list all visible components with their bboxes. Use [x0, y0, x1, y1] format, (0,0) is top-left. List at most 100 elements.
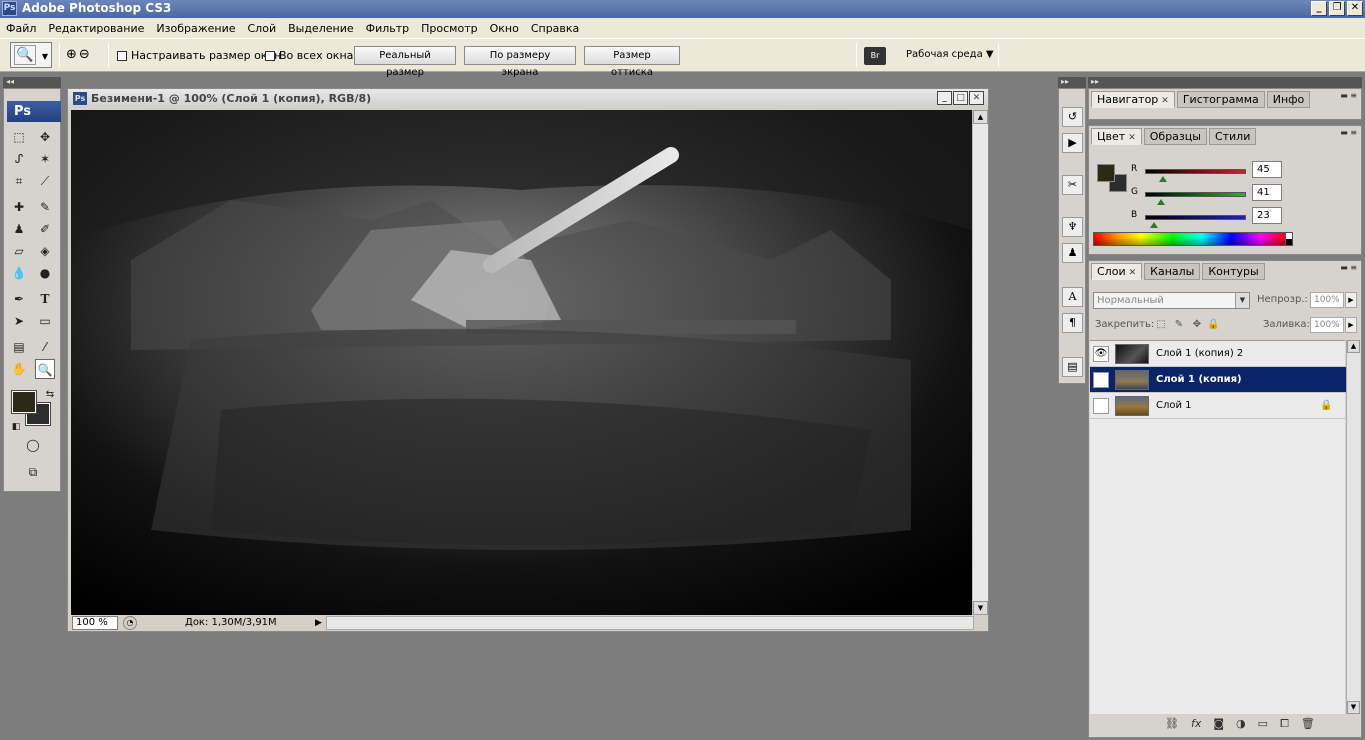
tab-histogram[interactable]: Гистограмма — [1176, 91, 1265, 108]
layers-scrollbar[interactable]: ▲ ▼ — [1346, 340, 1360, 714]
visibility-toggle[interactable] — [1093, 398, 1109, 414]
slice-tool-icon[interactable]: ⟋ — [35, 171, 55, 191]
resize-windows-checkbox[interactable]: Настраивать размер окон — [117, 49, 281, 62]
dodge-tool-icon[interactable]: ● — [35, 263, 55, 283]
dock-header[interactable]: ▸▸ — [1058, 77, 1086, 88]
blue-value-field[interactable]: 23 — [1252, 207, 1282, 224]
adjustment-layer-icon[interactable]: ◑ — [1236, 717, 1246, 731]
scroll-up-icon[interactable]: ▲ — [973, 110, 988, 124]
lock-position-icon[interactable]: ✥ — [1191, 319, 1203, 331]
move-tool-icon[interactable]: ✥ — [35, 127, 55, 147]
character-icon[interactable]: A — [1062, 287, 1083, 307]
menu-view[interactable]: Просмотр — [415, 22, 483, 35]
marquee-tool-icon[interactable]: ⬚ — [9, 127, 29, 147]
red-slider-thumb[interactable] — [1158, 176, 1167, 182]
doc-maximize-button[interactable]: □ — [953, 91, 968, 105]
layer-comps-icon[interactable]: ▤ — [1062, 357, 1083, 377]
foreground-color-swatch[interactable] — [11, 390, 37, 414]
layer-row[interactable]: 👁 Слой 1 (копия) 2 — [1090, 341, 1347, 367]
green-slider-thumb[interactable] — [1157, 199, 1166, 205]
close-icon[interactable]: ✕ — [1161, 96, 1169, 106]
vertical-scrollbar[interactable]: ▲ ▼ — [972, 110, 988, 615]
restore-button[interactable]: ❐ — [1329, 1, 1345, 16]
menu-filter[interactable]: Фильтр — [360, 22, 416, 35]
paragraph-icon[interactable]: ¶ — [1062, 313, 1083, 333]
layer-style-icon[interactable]: fx — [1191, 717, 1201, 731]
screen-mode-icon[interactable]: ⧉ — [23, 462, 43, 482]
close-button[interactable]: ✕ — [1347, 1, 1363, 16]
color-spectrum-bar[interactable] — [1093, 232, 1291, 246]
all-windows-checkbox[interactable]: Во всех окнах — [265, 49, 360, 62]
opacity-slider-arrow-icon[interactable]: ▶ — [1345, 292, 1357, 308]
layer-mask-icon[interactable]: ◙ — [1213, 717, 1224, 731]
toolbox-header[interactable]: ◂◂ — [3, 77, 61, 88]
doc-close-button[interactable]: ✕ — [969, 91, 984, 105]
history-icon[interactable]: ↺ — [1062, 107, 1083, 127]
horizontal-scrollbar[interactable] — [326, 616, 974, 630]
red-value-field[interactable]: 45 — [1252, 161, 1282, 178]
crop-tool-icon[interactable]: ⌗ — [9, 171, 29, 191]
menu-edit[interactable]: Редактирование — [42, 22, 150, 35]
menu-window[interactable]: Окно — [484, 22, 525, 35]
status-menu-arrow-icon[interactable]: ▶ — [315, 616, 325, 630]
tool-presets-icon[interactable]: ✂ — [1062, 175, 1083, 195]
trash-icon[interactable]: 🗑 — [1301, 717, 1315, 731]
tool-preset-picker[interactable]: 🔍 ▼ — [10, 42, 52, 68]
lock-transparency-icon[interactable]: ⬚ — [1155, 319, 1167, 331]
quick-mask-icon[interactable]: ◯ — [23, 435, 43, 455]
menu-image[interactable]: Изображение — [150, 22, 241, 35]
hand-tool-icon[interactable]: ✋ — [9, 359, 29, 379]
zoom-in-icon[interactable]: ⊕ — [66, 47, 77, 62]
actions-icon[interactable]: ▶ — [1062, 133, 1083, 153]
menu-file[interactable]: Файл — [0, 22, 42, 35]
layer-row[interactable]: Слой 1 🔒 — [1090, 393, 1347, 419]
fit-screen-button[interactable]: По размеру экрана — [464, 46, 576, 78]
minimize-button[interactable]: _ — [1311, 1, 1327, 16]
path-selection-tool-icon[interactable]: ➤ — [9, 311, 29, 331]
brush-tool-icon[interactable]: ✎ — [35, 197, 55, 217]
layer-row[interactable]: Слой 1 (копия) — [1090, 367, 1347, 393]
checkbox-box[interactable] — [117, 50, 127, 61]
close-icon[interactable]: ✕ — [1128, 133, 1136, 143]
rectangle-tool-icon[interactable]: ▭ — [35, 311, 55, 331]
menu-layer[interactable]: Слой — [242, 22, 283, 35]
menu-help[interactable]: Справка — [525, 22, 585, 35]
scroll-down-icon[interactable]: ▼ — [973, 601, 988, 615]
scroll-up-icon[interactable]: ▲ — [1347, 340, 1360, 353]
default-colors-icon[interactable]: ◧ — [6, 417, 26, 437]
tab-paths[interactable]: Контуры — [1202, 263, 1265, 280]
menu-select[interactable]: Выделение — [282, 22, 360, 35]
tab-layers[interactable]: Слои ✕ — [1091, 263, 1143, 280]
tab-navigator[interactable]: Навигатор ✕ — [1091, 91, 1175, 108]
green-slider-track[interactable] — [1145, 192, 1246, 197]
eraser-tool-icon[interactable]: ▱ — [9, 241, 29, 261]
print-size-button[interactable]: Размер оттиска — [584, 46, 680, 78]
tab-channels[interactable]: Каналы — [1144, 263, 1201, 280]
lasso-tool-icon[interactable]: ᔑ — [9, 149, 29, 169]
green-value-field[interactable]: 41 — [1252, 184, 1282, 201]
tab-swatches[interactable]: Образцы — [1143, 128, 1207, 145]
panel-menu-icon[interactable]: ▬ ≡ — [1340, 128, 1357, 137]
scroll-down-icon[interactable]: ▼ — [1347, 701, 1360, 714]
blend-mode-select[interactable]: Нормальный ▼ — [1093, 292, 1250, 309]
blue-slider-thumb[interactable] — [1150, 222, 1159, 228]
blue-slider-track[interactable] — [1145, 215, 1246, 220]
document-title-bar[interactable]: Ps Безимени-1 @ 100% (Слой 1 (копия), RG… — [68, 89, 988, 108]
foreground-color-chip[interactable] — [1097, 164, 1115, 182]
zoom-tool-icon[interactable]: 🔍 — [35, 359, 55, 379]
bridge-icon[interactable]: Br — [864, 47, 886, 65]
healing-brush-tool-icon[interactable]: ✚ — [9, 197, 29, 217]
lock-pixels-icon[interactable]: ✎ — [1173, 319, 1185, 331]
fill-field[interactable]: 100% — [1310, 317, 1344, 333]
paint-bucket-tool-icon[interactable]: ◈ — [35, 241, 55, 261]
zoom-out-icon[interactable]: ⊖ — [79, 47, 90, 62]
fill-slider-arrow-icon[interactable]: ▶ — [1345, 317, 1357, 333]
zoom-level-field[interactable]: 100 % — [72, 616, 118, 630]
panel-menu-icon[interactable]: ▬ ≡ — [1340, 91, 1357, 100]
swap-colors-icon[interactable]: ⇆ — [40, 385, 60, 405]
opacity-field[interactable]: 100% — [1310, 292, 1344, 308]
tab-color[interactable]: Цвет ✕ — [1091, 128, 1142, 145]
link-layers-icon[interactable]: ⛓ — [1165, 717, 1179, 731]
doc-minimize-button[interactable]: _ — [937, 91, 952, 105]
blur-tool-icon[interactable]: 💧 — [9, 263, 29, 283]
